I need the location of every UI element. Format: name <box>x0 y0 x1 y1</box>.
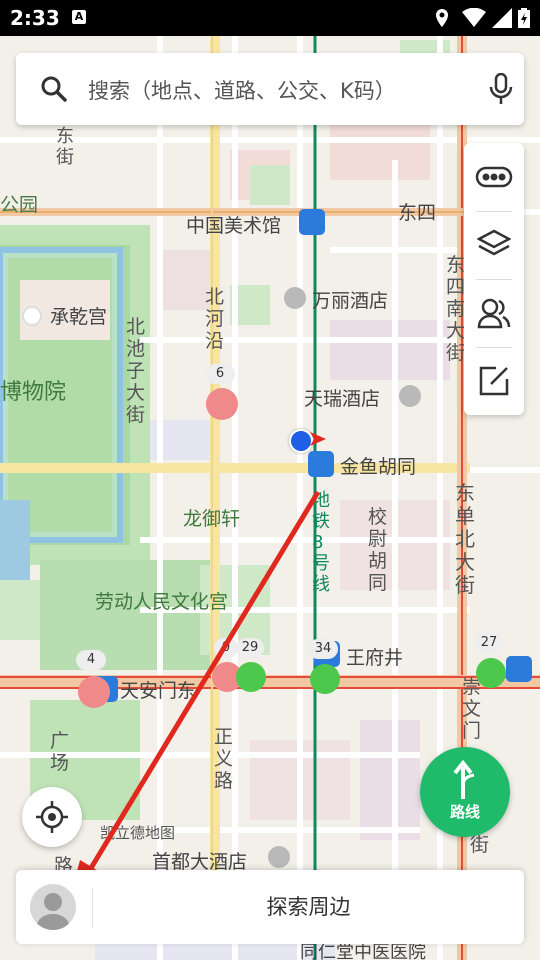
route-label: 路线 <box>449 803 480 821</box>
explore-nearby-button[interactable]: 探索周边 <box>93 870 524 944</box>
status-time: 2:33 <box>10 6 60 30</box>
route-button[interactable]: 路线 <box>420 747 510 837</box>
locate-button[interactable] <box>22 787 82 847</box>
friends-button[interactable] <box>464 279 524 347</box>
avatar[interactable] <box>30 884 76 930</box>
search-bar[interactable]: 搜索（地点、道路、公交、K码） <box>16 53 524 125</box>
location-status-icon <box>436 9 448 27</box>
notification-a-icon: A <box>72 10 86 24</box>
wifi-icon <box>462 8 486 27</box>
search-icon <box>41 76 67 102</box>
traffic-icon <box>475 166 513 188</box>
layers-icon <box>477 229 511 256</box>
signal-icon <box>492 8 512 28</box>
map-tools-panel <box>464 143 524 415</box>
bottom-bar: 探索周边 <box>16 870 524 944</box>
users-icon <box>477 298 511 329</box>
feedback-button[interactable] <box>464 347 524 415</box>
route-arrow-icon <box>453 759 475 799</box>
battery-icon <box>518 8 530 28</box>
locate-icon <box>36 801 68 833</box>
user-avatar-icon <box>36 893 70 930</box>
status-bar: 2:33 A <box>0 0 540 36</box>
search-input[interactable]: 搜索（地点、道路、公交、K码） <box>88 75 396 105</box>
microphone-icon[interactable] <box>488 73 514 105</box>
traffic-toggle-button[interactable] <box>464 143 524 211</box>
edit-icon <box>479 366 509 396</box>
layers-button[interactable] <box>464 211 524 279</box>
